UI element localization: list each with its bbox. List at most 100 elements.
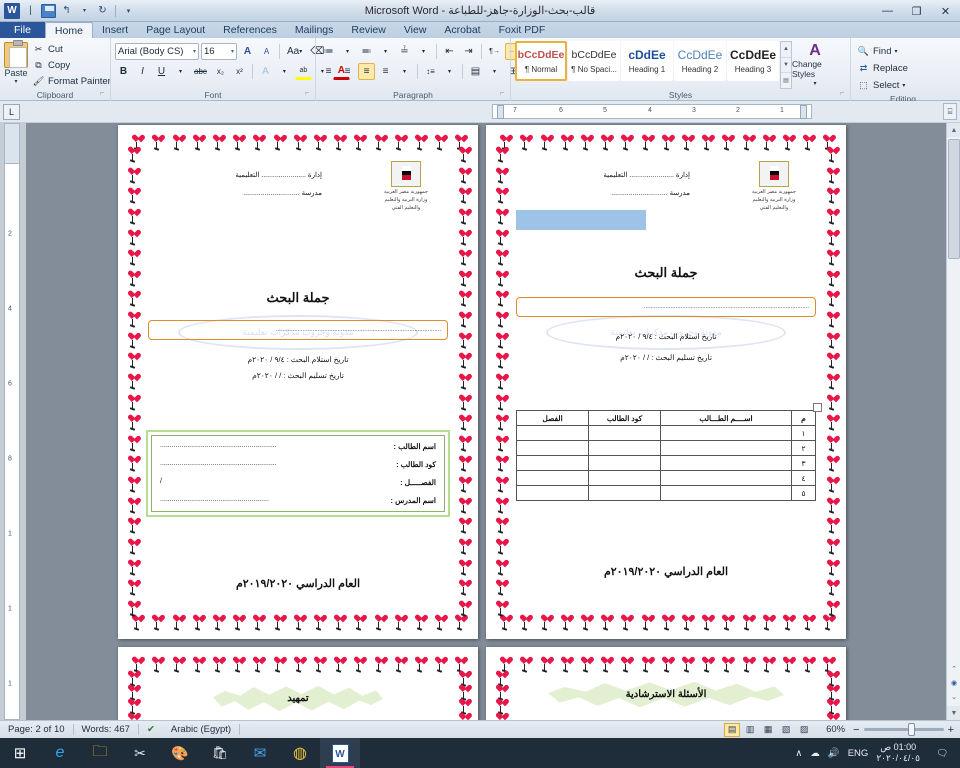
field-school[interactable]: مدرسة .............................: [162, 189, 322, 197]
change-case-button[interactable]: Aa ▾: [284, 43, 305, 60]
paste-button[interactable]: Paste ▾: [4, 40, 28, 85]
align-center-button[interactable]: ≡: [339, 63, 356, 80]
align-right-button[interactable]: ≡: [358, 63, 375, 80]
style-no-spacing[interactable]: bCcDdEe ¶ No Spaci...: [568, 41, 620, 81]
field-administration[interactable]: إدارة ....................... التعليمية: [162, 171, 322, 179]
justify-button[interactable]: ≡: [377, 63, 394, 80]
cell-class[interactable]: [516, 440, 589, 456]
cell-name[interactable]: [660, 440, 792, 456]
snip-tool-icon[interactable]: ✂: [120, 738, 160, 768]
scroll-down-icon[interactable]: ▼: [781, 58, 791, 74]
cell-number[interactable]: ٣: [791, 455, 816, 471]
highlight-button[interactable]: ab: [294, 63, 312, 80]
document-page-2[interactable]: مدونة وجروب مذكرات تعليمية جمهورية مصر ا…: [486, 125, 846, 639]
format-painter-button[interactable]: 🖌 Format Painter: [30, 74, 113, 89]
selected-text-block[interactable]: [516, 210, 646, 230]
restore-button[interactable]: ❐: [902, 0, 931, 22]
cell-code[interactable]: [588, 425, 661, 441]
research-title-input[interactable]: ........................................…: [516, 297, 816, 317]
page-indicator[interactable]: Page: 2 of 10: [0, 724, 73, 735]
students-table-wrap[interactable]: م اســــم الطـــالب كود الطالب الفصل ١ ٢…: [516, 410, 816, 501]
numbering-button[interactable]: ≕: [358, 43, 375, 60]
table-row[interactable]: ٢: [516, 440, 816, 456]
close-button[interactable]: ✕: [931, 0, 960, 22]
chevron-down-icon[interactable]: ▾: [415, 43, 432, 60]
line-spacing-button[interactable]: ↕≡: [422, 63, 439, 80]
font-dialog-launcher-icon[interactable]: ⌐: [305, 88, 309, 100]
view-outline[interactable]: ▧: [778, 723, 794, 737]
scroll-down-button[interactable]: ▼: [947, 706, 960, 720]
table-row[interactable]: ٤: [516, 470, 816, 486]
change-styles-button[interactable]: A Change Styles ▾: [792, 41, 838, 89]
ltr-direction-button[interactable]: ¶→: [486, 43, 503, 60]
vertical-scrollbar[interactable]: ▲ ⌃ ◉ ⌄ ▼: [946, 123, 960, 720]
language-indicator[interactable]: Arabic (Egypt): [163, 724, 239, 735]
cell-name[interactable]: [660, 470, 792, 486]
align-left-button[interactable]: ≡: [320, 63, 337, 80]
find-button[interactable]: 🔍 Find ▾: [855, 44, 910, 59]
minimize-button[interactable]: —: [873, 0, 902, 22]
view-print-layout[interactable]: ▤: [724, 722, 741, 737]
cell-code[interactable]: [588, 485, 661, 501]
style-heading-2[interactable]: CcDdEe Heading 2: [674, 41, 726, 81]
research-title-input[interactable]: ........................................…: [148, 320, 448, 340]
zoom-thumb[interactable]: [907, 723, 915, 736]
tab-stop-selector[interactable]: L: [3, 104, 20, 120]
strikethrough-button[interactable]: abc: [191, 63, 210, 80]
document-page-3[interactable]: تمهيد: [118, 647, 478, 720]
cell-code[interactable]: [588, 470, 661, 486]
zoom-out-button[interactable]: −: [853, 724, 859, 736]
tab-insert[interactable]: Insert: [93, 22, 137, 38]
chrome-icon[interactable]: ◍: [280, 738, 320, 768]
chevron-down-icon[interactable]: ▾: [276, 63, 293, 80]
start-button[interactable]: ⊞: [0, 738, 40, 768]
previous-page-button[interactable]: ⌃: [947, 662, 960, 676]
cell-class[interactable]: [516, 425, 589, 441]
document-page-4[interactable]: الأسئلة الاسترشادية: [486, 647, 846, 720]
tab-file[interactable]: File: [0, 22, 45, 38]
tab-home[interactable]: Home: [44, 22, 93, 38]
italic-button[interactable]: I: [134, 63, 151, 80]
clock[interactable]: 01:00 ص ٢٠٢٠/٠٤/٠٥: [876, 742, 920, 764]
cell-number[interactable]: ١: [791, 425, 816, 441]
view-web-layout[interactable]: ▦: [760, 723, 776, 737]
cell-number[interactable]: ٥: [791, 485, 816, 501]
file-explorer-icon[interactable]: 🗀: [80, 738, 120, 768]
style-normal[interactable]: bCcDdEe ¶ Normal: [515, 41, 567, 81]
field-school[interactable]: مدرسة .............................: [530, 189, 690, 197]
paragraph-dialog-launcher-icon[interactable]: ⌐: [500, 88, 504, 100]
view-full-screen-reading[interactable]: ▥: [742, 723, 758, 737]
left-indent-marker[interactable]: [497, 105, 504, 119]
student-info-box[interactable]: اسم الطالب : ...........................…: [146, 430, 450, 517]
styles-dialog-launcher-icon[interactable]: ⌐: [840, 88, 844, 100]
document-page-1[interactable]: مدونة وجروب مذكرات تعليمية جمهورية مصر ا…: [118, 125, 478, 639]
multilevel-list-button[interactable]: ≟: [396, 43, 413, 60]
chevron-down-icon[interactable]: ▾: [339, 43, 356, 60]
next-page-button[interactable]: ⌄: [947, 690, 960, 704]
store-icon[interactable]: 🛍: [200, 738, 240, 768]
tab-foxit-pdf[interactable]: Foxit PDF: [490, 22, 555, 38]
cell-class[interactable]: [516, 470, 589, 486]
font-family-combo[interactable]: Arial (Body CS) ▾: [115, 43, 199, 60]
underline-button[interactable]: U: [153, 63, 170, 80]
scroll-up-icon[interactable]: ▲: [781, 42, 791, 58]
tab-review[interactable]: Review: [342, 22, 394, 38]
show-hidden-icons-icon[interactable]: ∧: [795, 748, 802, 759]
right-indent-marker[interactable]: [800, 105, 807, 119]
mail-icon[interactable]: ✉: [240, 738, 280, 768]
cell-number[interactable]: ٢: [791, 440, 816, 456]
increase-indent-button[interactable]: ⇥: [460, 43, 477, 60]
scroll-up-button[interactable]: ▲: [947, 123, 960, 137]
paint-icon[interactable]: 🎨: [160, 738, 200, 768]
zoom-in-button[interactable]: +: [948, 724, 954, 736]
tab-view[interactable]: View: [395, 22, 436, 38]
replace-button[interactable]: ⇄ Replace: [855, 61, 910, 76]
chevron-down-icon[interactable]: ▾: [486, 63, 503, 80]
volume-icon[interactable]: 🔊: [828, 748, 840, 759]
shading-button[interactable]: ▤: [467, 63, 484, 80]
subscript-button[interactable]: x₂: [212, 63, 229, 80]
table-move-handle[interactable]: [813, 403, 822, 412]
shrink-font-button[interactable]: A: [258, 43, 275, 60]
cell-class[interactable]: [516, 485, 589, 501]
edge-icon[interactable]: e: [40, 738, 80, 768]
